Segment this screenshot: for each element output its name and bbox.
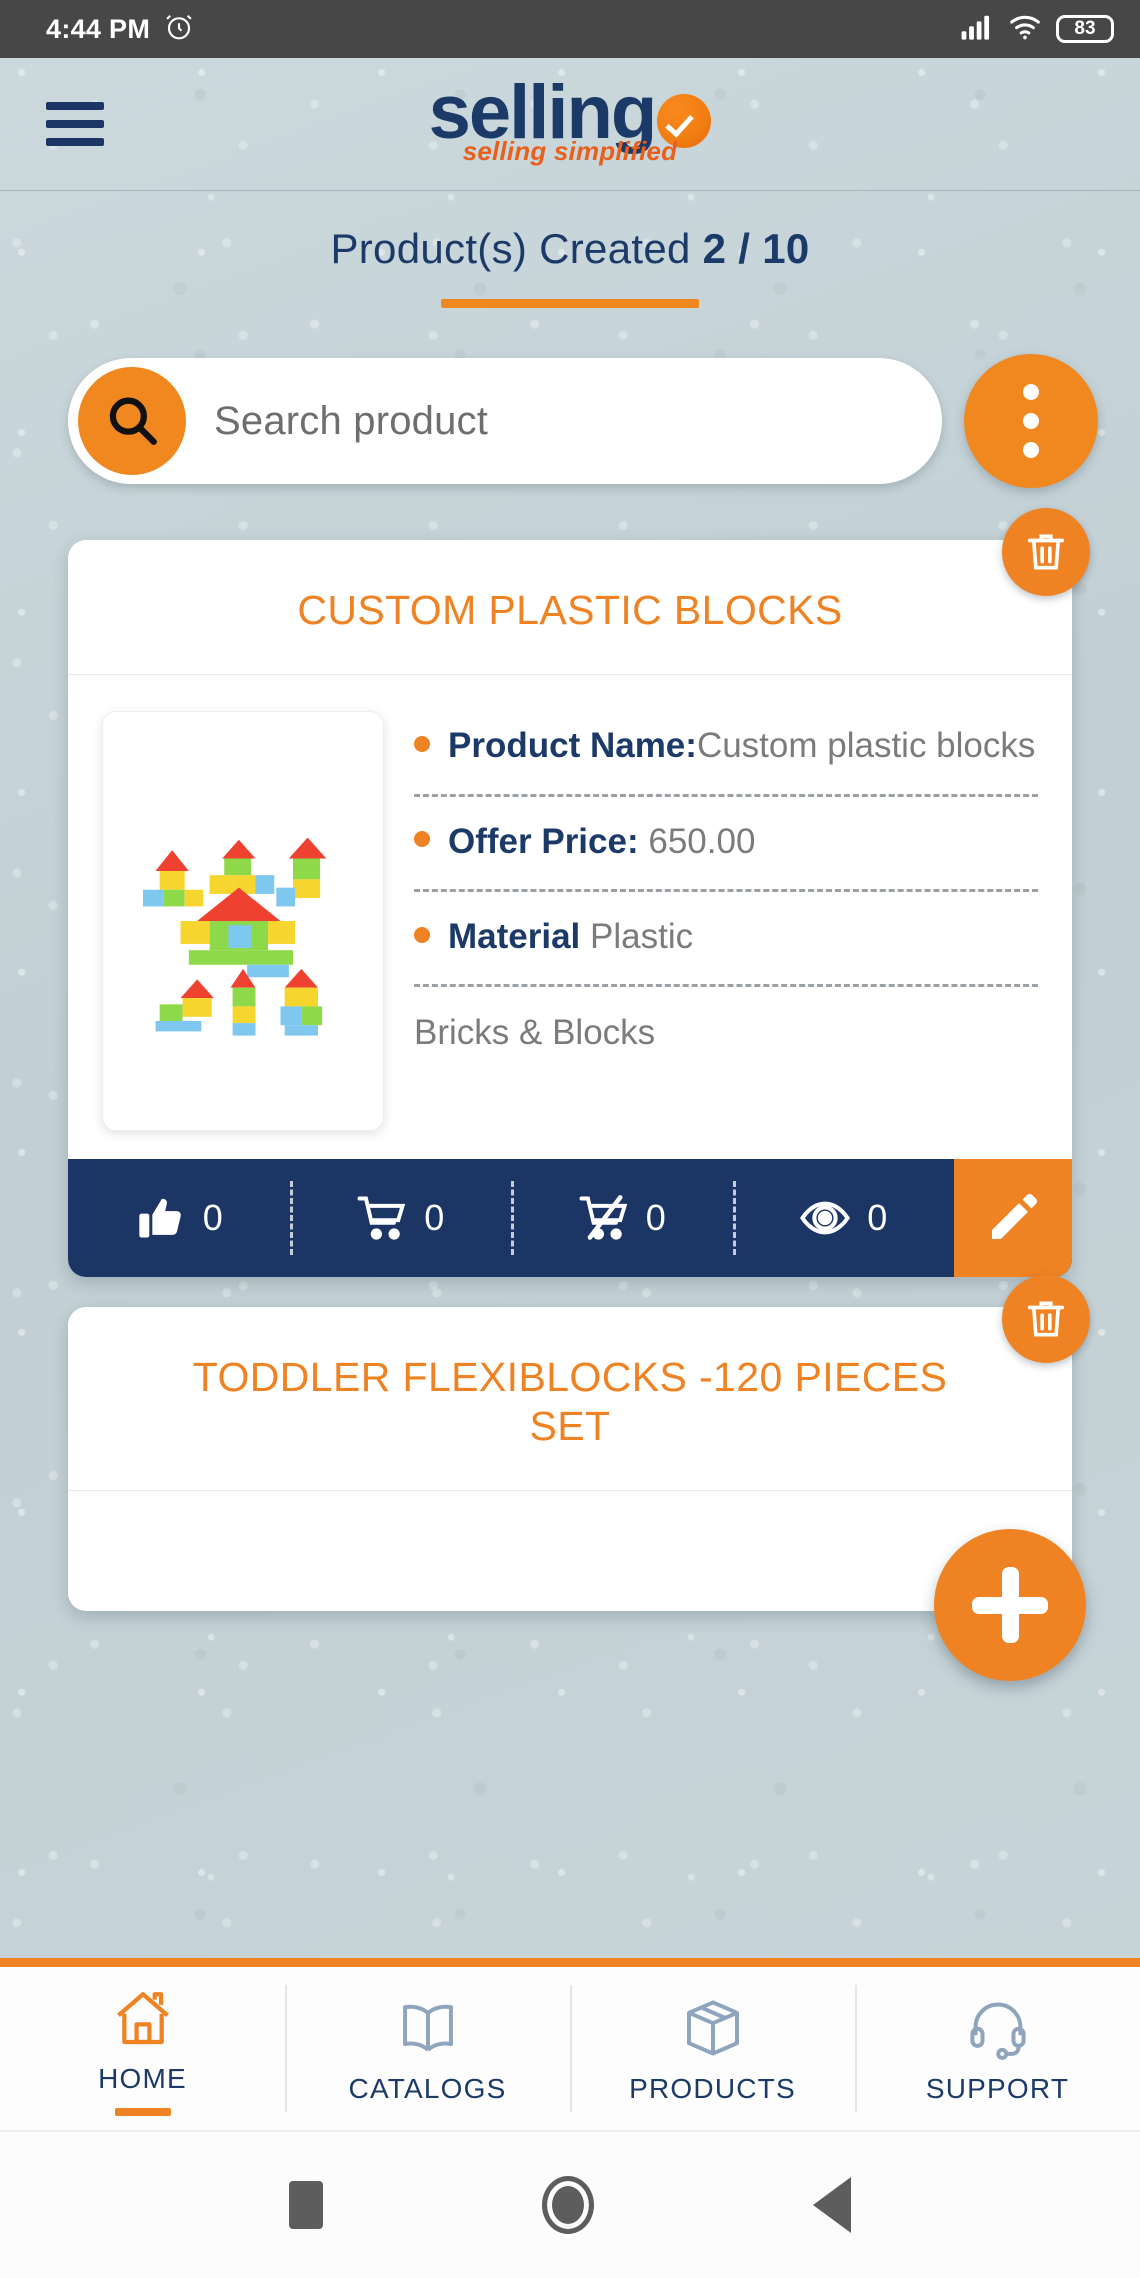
- nav-label: PRODUCTS: [629, 2073, 796, 2104]
- bullet-icon: [414, 736, 430, 753]
- spec-label: Offer Price:: [448, 821, 639, 861]
- spec-product-name: Product Name:Custom plastic blocks: [414, 723, 1038, 769]
- product-list: CUSTOM PLASTIC BLOCKS Product Name:Custo…: [0, 488, 1140, 1682]
- plastic-building-blocks-image: [143, 838, 327, 1036]
- stat-count: 0: [645, 1197, 666, 1239]
- status-time: 4:44 PM: [46, 13, 151, 44]
- product-title: TODDLER FLEXIBLOCKS -120 PIECES SET: [68, 1307, 1072, 1492]
- cart-removed-icon: [579, 1195, 627, 1241]
- product-title: CUSTOM PLASTIC BLOCKS: [68, 540, 1072, 676]
- trash-icon[interactable]: [1002, 508, 1090, 596]
- spec-material: Material Plastic: [414, 914, 1038, 960]
- spec-offer-price: Offer Price: 650.00: [414, 819, 1038, 865]
- stat-count: 0: [424, 1197, 445, 1239]
- stat-count: 0: [202, 1197, 223, 1239]
- spec-label: Product Name:: [448, 726, 697, 766]
- cart-icon: [357, 1196, 406, 1241]
- spec-value: Plastic: [590, 916, 694, 956]
- stat-views[interactable]: 0: [732, 1159, 955, 1277]
- triangle-left-icon[interactable]: [812, 2177, 851, 2233]
- cellular-signal-icon: [960, 13, 994, 46]
- nav-item-products[interactable]: PRODUCTS: [570, 1967, 855, 2130]
- bullet-icon: [414, 926, 430, 943]
- app-logo: selling selling simplified: [429, 75, 712, 167]
- headset-icon: [966, 1996, 1030, 2065]
- search-bar[interactable]: Search product: [68, 358, 942, 484]
- stat-count: 0: [867, 1197, 888, 1239]
- status-bar: 4:44 PM 83: [0, 0, 1140, 58]
- stat-cart[interactable]: 0: [289, 1159, 512, 1277]
- search-input[interactable]: Search product: [214, 399, 488, 444]
- app-container: selling selling simplified Product(s) Cr…: [0, 58, 1140, 2076]
- products-created-value: 2 / 10: [702, 225, 810, 272]
- circle-icon[interactable]: [541, 2176, 594, 2234]
- book-icon: [396, 1996, 460, 2065]
- eye-icon: [800, 1202, 851, 1235]
- android-navigation-bar: [0, 2130, 1140, 2278]
- trash-icon[interactable]: [1002, 1275, 1090, 1364]
- product-category: Bricks & Blocks: [414, 1012, 656, 1052]
- status-bar-right: 83: [960, 13, 1114, 46]
- box-icon: [681, 1996, 745, 2065]
- search-icon[interactable]: [78, 367, 186, 475]
- square-icon[interactable]: [289, 2181, 324, 2229]
- product-card[interactable]: CUSTOM PLASTIC BLOCKS Product Name:Custo…: [68, 508, 1090, 1278]
- stat-cart-removed[interactable]: 0: [511, 1159, 733, 1277]
- nav-item-catalogs[interactable]: CATALOGS: [285, 1967, 570, 2130]
- thumbs-up-icon: [139, 1199, 181, 1238]
- search-row: Search product: [0, 308, 1140, 488]
- products-created-label: Product(s) Created: [330, 225, 691, 272]
- spec-divider: [414, 793, 1038, 797]
- nav-label: HOME: [98, 2062, 187, 2094]
- products-created-text: Product(s) Created 2 / 10: [0, 225, 1140, 273]
- product-card-body: Product Name:Custom plastic blocks Offer…: [68, 675, 1072, 1159]
- product-stats-bar: 0 0 0 0: [68, 1159, 1072, 1278]
- bullet-icon: [414, 831, 430, 848]
- product-thumbnail[interactable]: [102, 711, 384, 1132]
- nav-active-indicator: [114, 2107, 171, 2116]
- logo-tagline: selling simplified: [462, 135, 678, 166]
- stat-likes[interactable]: 0: [68, 1159, 290, 1277]
- add-product-fab[interactable]: [934, 1529, 1086, 1682]
- wifi-icon: [1008, 13, 1042, 46]
- product-specs: Product Name:Custom plastic blocks Offer…: [414, 711, 1038, 1131]
- status-bar-left: 4:44 PM: [46, 12, 194, 47]
- spec-row: Product Name:Custom plastic blocks: [414, 723, 1038, 783]
- section-underline: [441, 299, 699, 308]
- spec-divider: [414, 888, 1038, 892]
- nav-label: SUPPORT: [925, 2073, 1070, 2104]
- hamburger-menu-icon[interactable]: [46, 102, 104, 146]
- alarm-clock-icon: [164, 12, 194, 47]
- more-vertical-icon[interactable]: [964, 354, 1098, 488]
- spec-label: Material: [448, 916, 581, 956]
- home-icon: [111, 1986, 175, 2055]
- products-created-section: Product(s) Created 2 / 10: [0, 191, 1140, 308]
- pencil-icon[interactable]: [954, 1159, 1072, 1278]
- spec-value: 650.00: [648, 821, 756, 861]
- spec-value: Custom plastic blocks: [696, 726, 1036, 766]
- nav-item-home[interactable]: HOME: [0, 1967, 285, 2130]
- nav-label: CATALOGS: [348, 2073, 507, 2104]
- spec-row: Offer Price: 650.00: [414, 819, 1038, 879]
- bottom-navigation: HOME CATALOGS PRODUCTS SUPPORT: [0, 1958, 1140, 2130]
- spec-row: Material Plastic: [414, 914, 1038, 974]
- product-card[interactable]: TODDLER FLEXIBLOCKS -120 PIECES SET: [68, 1275, 1090, 1612]
- spec-divider: [414, 983, 1038, 987]
- battery-indicator: 83: [1056, 15, 1114, 43]
- app-header: selling selling simplified: [0, 58, 1140, 191]
- nav-item-support[interactable]: SUPPORT: [855, 1967, 1140, 2130]
